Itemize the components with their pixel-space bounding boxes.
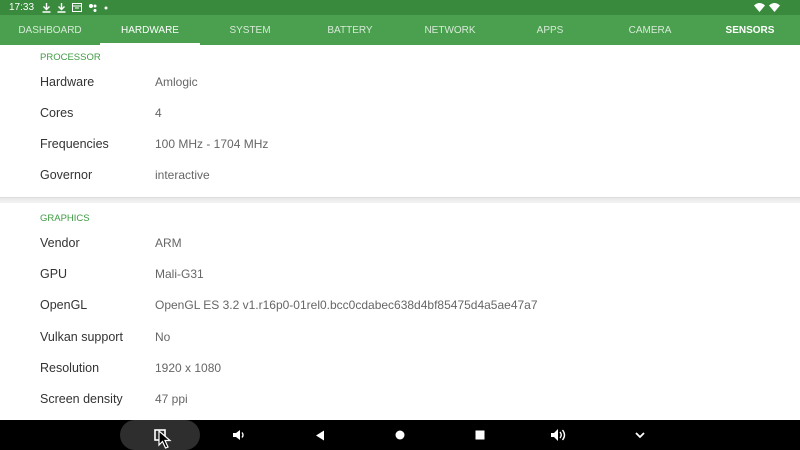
info-row-governor[interactable]: Governor interactive	[0, 167, 800, 198]
row-value: 1920 x 1080	[155, 361, 222, 375]
row-value: OpenGL ES 3.2 v1.r16p0-01rel0.bcc0cdabec…	[155, 298, 538, 312]
back-button[interactable]	[300, 420, 340, 450]
app-window: 17:33 DASHBOARD HARDWARE SYSTEM BATTERY …	[0, 0, 800, 450]
row-value: 47 ppi	[155, 392, 188, 406]
download-icon	[42, 2, 51, 13]
tab-camera[interactable]: CAMERA	[600, 15, 700, 45]
row-label: Vulkan support	[40, 330, 123, 344]
volume-up-button[interactable]	[540, 420, 580, 450]
info-row-vendor[interactable]: Vendor ARM	[0, 235, 800, 266]
row-label: Governor	[40, 168, 93, 182]
tab-system[interactable]: SYSTEM	[200, 15, 300, 45]
row-label: Frequencies	[40, 137, 109, 151]
volume-down-button[interactable]	[220, 420, 260, 450]
bluetooth-icon	[89, 3, 97, 12]
row-label: Screen density	[40, 392, 123, 406]
section-divider	[0, 197, 800, 203]
mouse-pointer-icon	[158, 430, 172, 449]
home-icon	[395, 430, 405, 440]
home-button[interactable]	[380, 420, 420, 450]
row-label: Resolution	[40, 361, 100, 375]
tab-dashboard[interactable]: DASHBOARD	[0, 15, 100, 45]
info-row-screen-density[interactable]: Screen density 47 ppi	[0, 391, 800, 420]
tab-hardware[interactable]: HARDWARE	[100, 15, 200, 45]
navigation-bar	[0, 420, 800, 450]
tab-bar: DASHBOARD HARDWARE SYSTEM BATTERY NETWOR…	[0, 15, 800, 45]
row-value: Amlogic	[155, 75, 198, 89]
row-value: 100 MHz - 1704 MHz	[155, 137, 269, 151]
row-value: interactive	[155, 168, 210, 182]
tab-sensors[interactable]: SENSORS	[700, 15, 800, 45]
status-left-icons	[42, 2, 108, 13]
recents-icon	[475, 430, 485, 440]
tab-battery[interactable]: BATTERY	[300, 15, 400, 45]
section-title-processor: PROCESSOR	[40, 52, 101, 63]
info-row-vulkan-support[interactable]: Vulkan support No	[0, 329, 800, 360]
info-row-hardware[interactable]: Hardware Amlogic	[0, 74, 800, 105]
row-label: Hardware	[40, 75, 95, 89]
tab-apps[interactable]: APPS	[500, 15, 600, 45]
back-icon	[316, 430, 324, 440]
volume-up-icon	[551, 429, 566, 441]
status-bar: 17:33	[0, 0, 800, 15]
dot-icon	[104, 6, 108, 9]
download-icon	[57, 2, 66, 13]
volume-down-icon	[233, 430, 244, 440]
row-value: 4	[155, 106, 162, 120]
row-value: ARM	[155, 236, 182, 250]
info-row-opengl[interactable]: OpenGL OpenGL ES 3.2 v1.r16p0-01rel0.bcc…	[0, 297, 800, 328]
collapse-button[interactable]	[620, 420, 660, 450]
status-right-icons	[754, 2, 780, 12]
recents-button[interactable]	[460, 420, 500, 450]
info-row-gpu[interactable]: GPU Mali-G31	[0, 266, 800, 297]
info-row-cores[interactable]: Cores 4	[0, 105, 800, 136]
section-title-graphics: GRAPHICS	[40, 213, 90, 224]
tab-network[interactable]: NETWORK	[400, 15, 500, 45]
row-value: No	[155, 330, 171, 344]
info-row-resolution[interactable]: Resolution 1920 x 1080	[0, 360, 800, 391]
calendar-icon	[72, 3, 83, 12]
wifi-icon	[769, 3, 780, 12]
wifi-icon	[754, 3, 765, 12]
info-row-frequencies[interactable]: Frequencies 100 MHz - 1704 MHz	[0, 136, 800, 167]
row-value: Mali-G31	[155, 267, 204, 281]
row-label: Vendor	[40, 236, 80, 250]
hardware-content[interactable]: PROCESSOR Hardware Amlogic Cores 4 Frequ…	[0, 45, 800, 420]
chevron-down-icon	[635, 431, 645, 438]
row-label: OpenGL	[40, 298, 88, 312]
status-time: 17:33	[9, 2, 35, 13]
row-label: Cores	[40, 106, 74, 120]
row-label: GPU	[40, 267, 68, 281]
